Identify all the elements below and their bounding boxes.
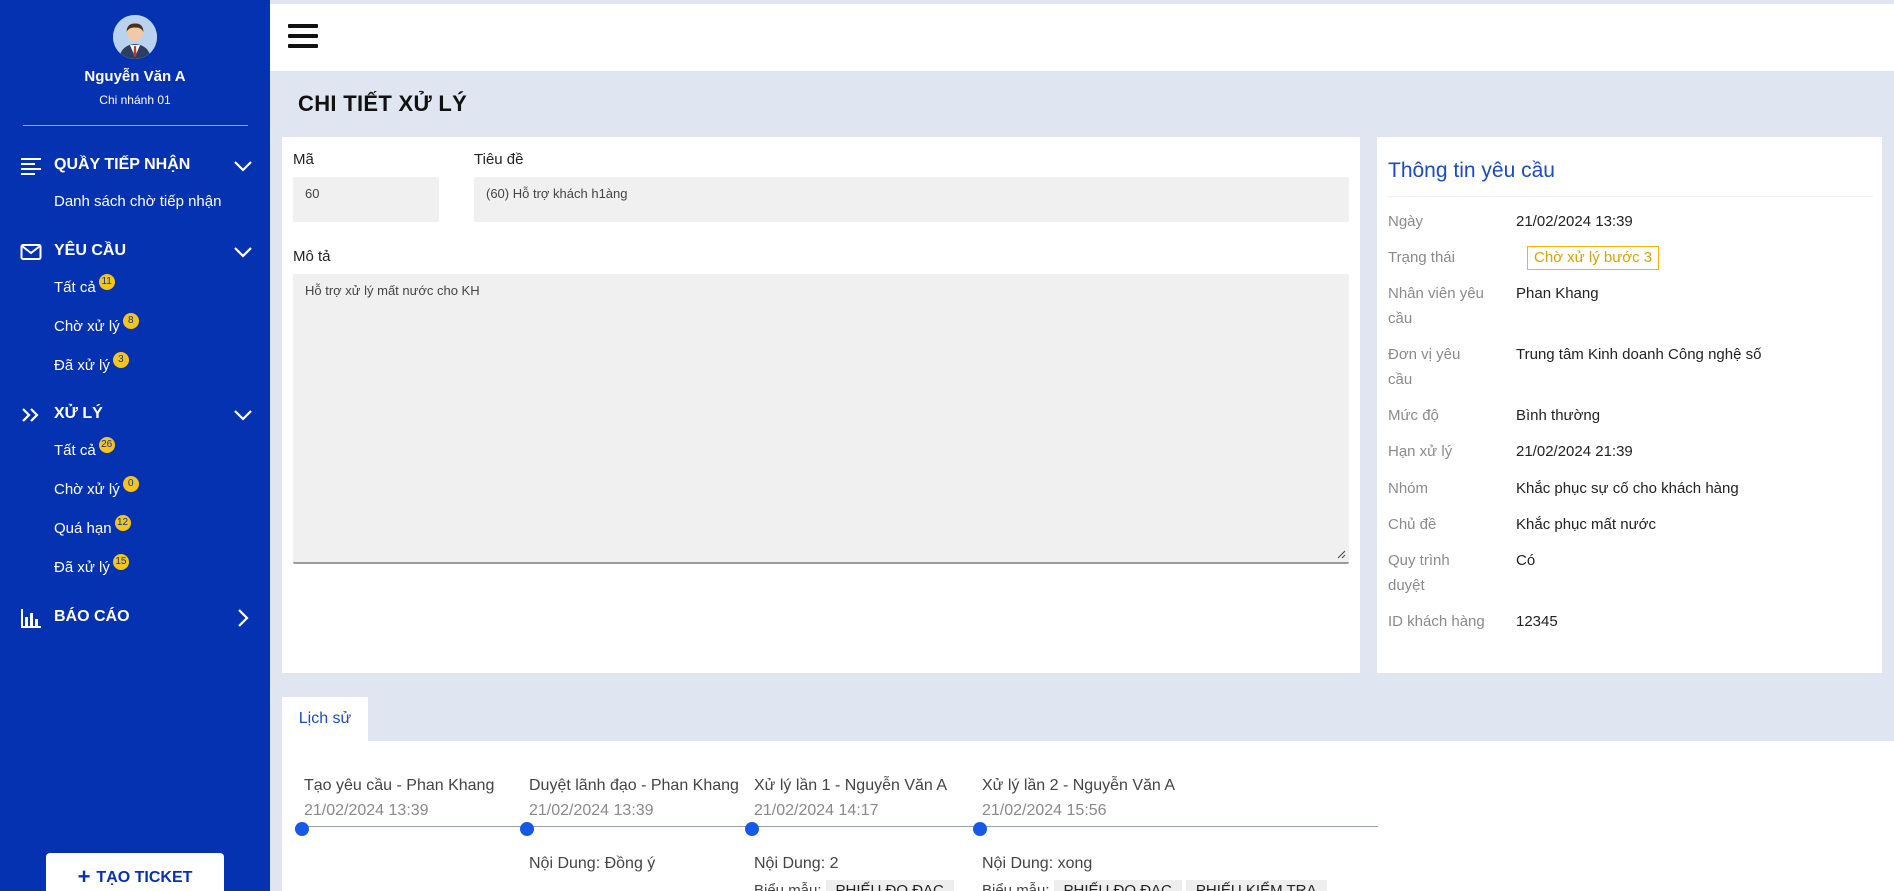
info-divider — [1388, 196, 1873, 197]
form-chip[interactable]: PHIẾU ĐO ĐẠC — [825, 880, 954, 891]
count-badge: 0 — [122, 476, 139, 492]
count-badge: 26 — [98, 437, 115, 453]
info-value-approval: Có — [1516, 552, 1536, 569]
info-key-department: Đơn vị yêu cầu — [1388, 346, 1461, 388]
double-chevron-right-icon — [22, 408, 39, 422]
timeline-dot — [520, 822, 534, 836]
info-value-date: 21/02/2024 13:39 — [1516, 213, 1633, 230]
request-info-card: Thông tin yêu cầu Ngày 21/02/2024 13:39 … — [1377, 137, 1882, 673]
form-chip[interactable]: PHIẾU ĐO ĐẠC — [1053, 880, 1182, 891]
resize-handle-icon[interactable] — [1336, 549, 1346, 559]
event-forms: Biểu mẫu: PHIẾU ĐO ĐẠC — [754, 880, 954, 891]
event-title: Tạo yêu cầu - Phan Khang — [304, 777, 495, 794]
section-label: QUẦY TIẾP NHẬN — [54, 156, 191, 173]
timeline-line — [300, 826, 1378, 827]
menu-icon[interactable] — [288, 22, 318, 50]
code-label: Mã — [293, 151, 314, 168]
top-bar — [270, 3, 1894, 71]
sidebar-item-requests-done[interactable]: Đã xử lý 3 — [54, 352, 129, 379]
timeline-dot — [973, 822, 987, 836]
chevron-down-icon — [234, 410, 252, 421]
info-value-deadline: 21/02/2024 21:39 — [1516, 443, 1633, 460]
section-label: BÁO CÁO — [54, 608, 130, 625]
info-key-status: Trạng thái — [1388, 249, 1455, 266]
sidebar-item-processing-all[interactable]: Tất cả 26 — [54, 437, 115, 464]
section-label: XỬ LÝ — [54, 405, 103, 422]
event-forms: Biểu mẫu: PHIẾU ĐO ĐẠC PHIẾU KIỂM TRA — [982, 880, 1327, 891]
description-textarea[interactable]: Hỗ trợ xử lý mất nước cho KH — [293, 274, 1349, 564]
info-value-group: Khắc phục sự cố cho khách hàng — [1516, 480, 1739, 497]
sidebar-section-processing[interactable]: XỬ LÝ — [0, 399, 270, 429]
event-time: 21/02/2024 14:17 — [754, 802, 879, 819]
info-value-status: Chờ xử lý bước 3 — [1516, 245, 1660, 270]
event-content: Nội Dung: xong — [982, 855, 1093, 872]
info-key-customer-id: ID khách hàng — [1388, 613, 1485, 630]
description-label: Mô tả — [293, 248, 331, 265]
chevron-right-icon — [238, 609, 249, 627]
info-key-date: Ngày — [1388, 213, 1424, 230]
section-label: YÊU CẦU — [54, 242, 127, 259]
page-title: CHI TIẾT XỬ LÝ — [298, 91, 468, 116]
event-content: Nội Dung: Đồng ý — [529, 855, 656, 872]
info-key-topic: Chủ đề — [1388, 516, 1437, 533]
count-badge: 8 — [122, 313, 139, 329]
event-time: 21/02/2024 13:39 — [529, 802, 654, 819]
sidebar-item-processing-overdue[interactable]: Quá hạn 12 — [54, 515, 131, 542]
info-value-customer-id: 12345 — [1516, 613, 1558, 630]
info-value-requester: Phan Khang — [1516, 285, 1599, 302]
sidebar-item-requests-all[interactable]: Tất cả 11 — [54, 274, 115, 301]
timeline-dot — [745, 822, 759, 836]
info-title: Thông tin yêu cầu — [1388, 159, 1555, 182]
bar-chart-icon — [21, 609, 41, 628]
event-title: Xử lý lần 2 - Nguyễn Văn A — [982, 777, 1176, 794]
history-panel: Tạo yêu cầu - Phan Khang 21/02/2024 13:3… — [282, 741, 1894, 891]
sidebar-section-reports[interactable]: BÁO CÁO — [0, 602, 270, 632]
ticket-form-card: Mã 60 Tiêu đề (60) Hỗ trợ khách h1àng Mô… — [282, 137, 1360, 673]
sidebar-item-waiting-list[interactable]: Danh sách chờ tiếp nhận — [54, 193, 221, 215]
user-branch: Chi nhánh 01 — [99, 93, 171, 107]
plus-icon: + — [77, 864, 91, 889]
event-title: Duyệt lãnh đạo - Phan Khang — [529, 777, 739, 794]
subject-field[interactable]: (60) Hỗ trợ khách h1àng — [474, 177, 1349, 222]
sidebar-divider — [23, 125, 248, 126]
info-key-group: Nhóm — [1388, 480, 1429, 497]
user-name: Nguyễn Văn A — [84, 68, 186, 85]
timeline-dot — [295, 822, 309, 836]
description-text: Hỗ trợ xử lý mất nước cho KH — [305, 283, 480, 298]
chevron-down-icon — [234, 247, 252, 258]
status-badge: Chờ xử lý bước 3 — [1527, 246, 1660, 270]
list-icon — [21, 158, 41, 175]
user-avatar-icon — [113, 15, 157, 59]
sidebar-item-processing-pending[interactable]: Chờ xử lý 0 — [54, 476, 139, 503]
avatar[interactable] — [113, 15, 157, 59]
event-title: Xử lý lần 1 - Nguyễn Văn A — [754, 777, 948, 794]
count-badge: 15 — [112, 554, 129, 570]
mail-icon — [20, 244, 42, 260]
count-badge: 3 — [112, 352, 129, 368]
info-value-department: Trung tâm Kinh doanh Công nghệ số — [1516, 346, 1762, 363]
sidebar-section-reception[interactable]: QUẦY TIẾP NHẬN — [0, 150, 270, 180]
sidebar-section-requests[interactable]: YÊU CẦU — [0, 236, 270, 266]
event-time: 21/02/2024 13:39 — [304, 802, 429, 819]
form-chip[interactable]: PHIẾU KIỂM TRA — [1185, 880, 1327, 891]
event-content: Nội Dung: 2 — [754, 855, 839, 872]
code-field[interactable]: 60 — [293, 177, 439, 222]
info-key-requester: Nhân viên yêu cầu — [1388, 285, 1484, 327]
count-badge: 11 — [98, 274, 115, 290]
info-key-priority: Mức độ — [1388, 407, 1439, 424]
info-value-topic: Khắc phục mất nước — [1516, 516, 1656, 533]
sidebar-item-requests-pending[interactable]: Chờ xử lý 8 — [54, 313, 139, 340]
info-value-priority: Bình thường — [1516, 407, 1601, 424]
count-badge: 12 — [114, 515, 131, 531]
subject-label: Tiêu đề — [474, 151, 524, 168]
event-time: 21/02/2024 15:56 — [982, 802, 1107, 819]
sidebar: Nguyễn Văn A Chi nhánh 01 QUẦY TIẾP NHẬN… — [0, 0, 270, 891]
sidebar-item-processing-done[interactable]: Đã xử lý 15 — [54, 554, 129, 581]
info-key-approval: Quy trình duyệt — [1388, 552, 1450, 594]
chevron-down-icon — [234, 161, 252, 172]
create-ticket-button[interactable]: + TẠO TICKET — [46, 853, 224, 891]
tab-history[interactable]: Lịch sử — [282, 697, 368, 741]
info-key-deadline: Hạn xử lý — [1388, 443, 1453, 460]
